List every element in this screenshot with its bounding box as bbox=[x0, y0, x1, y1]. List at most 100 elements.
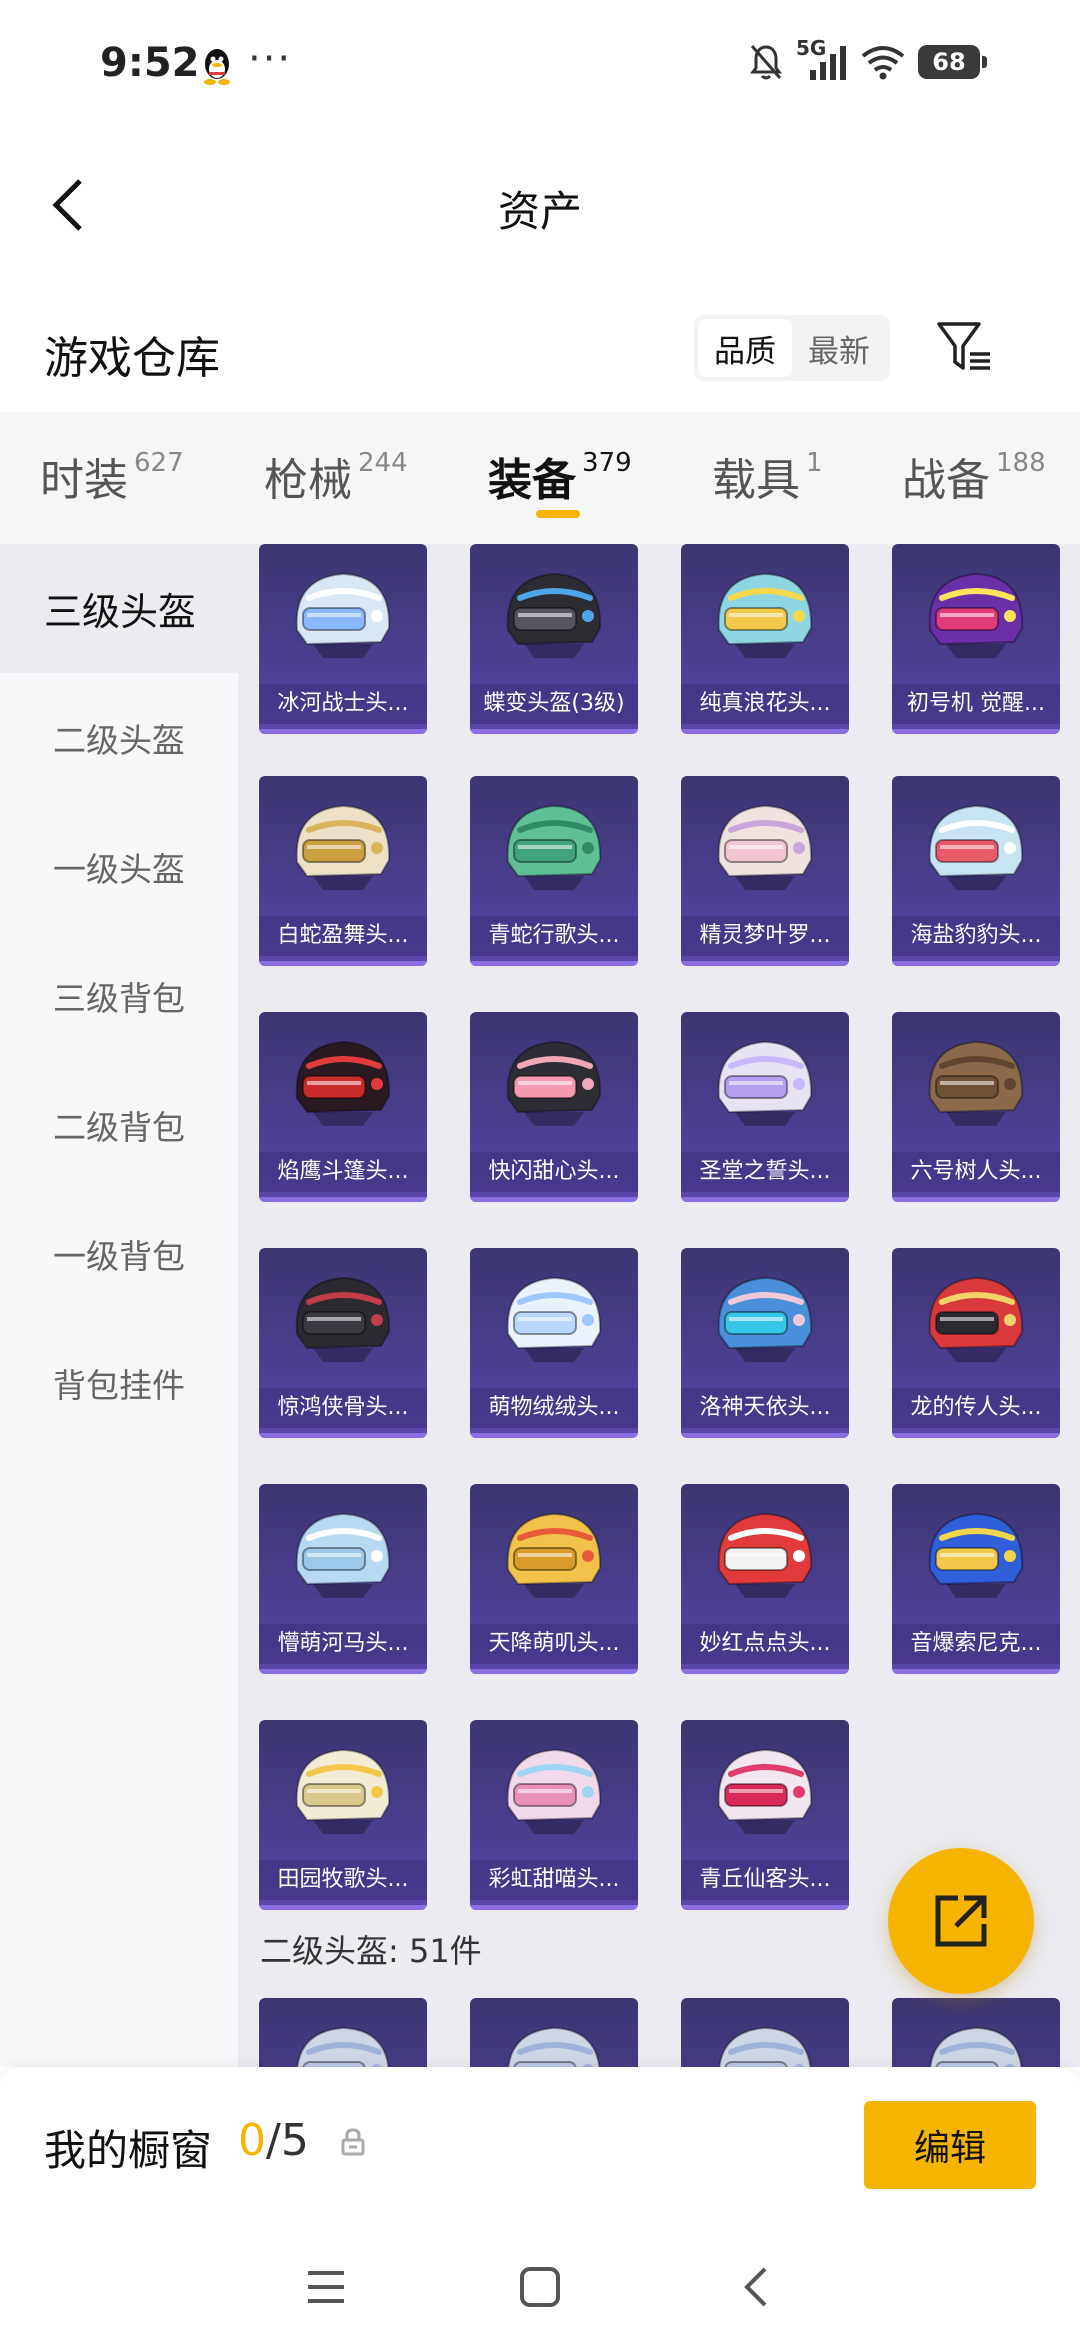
helmet-item-card[interactable]: 圣堂之誓头... bbox=[681, 1012, 849, 1202]
helmet-item-card[interactable]: 初号机 觉醒... bbox=[892, 544, 1060, 734]
helmet-icon bbox=[295, 1748, 391, 1834]
helmet-item-card[interactable]: 精灵梦叶罗... bbox=[681, 776, 849, 966]
sidebar-item-level1-helmet[interactable]: 一级头盔 bbox=[0, 802, 238, 931]
helmet-icon bbox=[506, 1512, 602, 1598]
edit-button[interactable]: 编辑 bbox=[864, 2101, 1036, 2189]
home-button[interactable] bbox=[510, 2257, 570, 2317]
tab-count: 244 bbox=[358, 448, 408, 478]
item-name: 初号机 觉醒... bbox=[892, 684, 1060, 724]
helmet-item-card[interactable]: 懵萌河马头... bbox=[259, 1484, 427, 1674]
sidebar-item-level2-backpack[interactable]: 二级背包 bbox=[0, 1060, 238, 1189]
helmet-item-card[interactable]: 洛神天依头... bbox=[681, 1248, 849, 1438]
tab-equipment[interactable]: 装备 379 bbox=[488, 444, 632, 514]
status-indicators: 5G 68 bbox=[748, 36, 987, 82]
showcase-count: 0/5 bbox=[238, 2115, 309, 2166]
helmet-icon bbox=[928, 804, 1024, 890]
helmet-item-card[interactable]: 龙的传人头... bbox=[892, 1248, 1060, 1438]
helmet-icon bbox=[717, 1748, 813, 1834]
helmet-item-card[interactable]: 妙红点点头... bbox=[681, 1484, 849, 1674]
helmet-item-card[interactable]: 冰河战士头... bbox=[259, 544, 427, 734]
helmet-icon bbox=[506, 572, 602, 658]
signal-icon: 5G bbox=[796, 36, 848, 82]
helmet-item-card[interactable]: 萌物绒绒头... bbox=[470, 1248, 638, 1438]
system-back-button[interactable] bbox=[726, 2257, 786, 2317]
item-name: 懵萌河马头... bbox=[259, 1624, 427, 1664]
helmet-icon bbox=[506, 1276, 602, 1362]
tab-label: 载具 bbox=[712, 455, 800, 506]
helmet-item-card[interactable] bbox=[259, 1998, 427, 2067]
sidebar-item-level3-helmet[interactable]: 三级头盔 bbox=[0, 544, 238, 673]
item-name: 彩虹甜喵头... bbox=[470, 1860, 638, 1900]
helmet-item-card[interactable]: 彩虹甜喵头... bbox=[470, 1720, 638, 1910]
item-name: 洛神天依头... bbox=[681, 1388, 849, 1428]
item-name: 龙的传人头... bbox=[892, 1388, 1060, 1428]
helmet-icon bbox=[506, 1748, 602, 1834]
helmet-icon bbox=[506, 804, 602, 890]
filter-icon[interactable] bbox=[934, 316, 996, 378]
helmet-icon bbox=[295, 1512, 391, 1598]
helmet-icon bbox=[717, 1512, 813, 1598]
menu-icon bbox=[308, 2271, 344, 2303]
helmet-item-card[interactable]: 田园牧歌头... bbox=[259, 1720, 427, 1910]
helmet-icon bbox=[718, 2026, 812, 2067]
helmet-icon bbox=[506, 1040, 602, 1126]
item-name: 天降萌叽头... bbox=[470, 1624, 638, 1664]
tab-supplies[interactable]: 战备 188 bbox=[902, 444, 1046, 514]
item-name: 惊鸿侠骨头... bbox=[259, 1388, 427, 1428]
helmet-icon bbox=[717, 1040, 813, 1126]
tab-count: 1 bbox=[806, 448, 823, 478]
sidebar-item-level3-backpack[interactable]: 三级背包 bbox=[0, 931, 238, 1060]
showcase-bar: 我的橱窗 0/5 编辑 bbox=[0, 2067, 1080, 2227]
battery-icon: 68 bbox=[918, 45, 987, 79]
helmet-item-card[interactable]: 青蛇行歌头... bbox=[470, 776, 638, 966]
helmet-item-card[interactable]: 六号树人头... bbox=[892, 1012, 1060, 1202]
helmet-icon bbox=[295, 572, 391, 658]
helmet-item-card[interactable] bbox=[470, 1998, 638, 2067]
more-notifications-icon: ··· bbox=[248, 36, 293, 82]
item-name: 田园牧歌头... bbox=[259, 1860, 427, 1900]
menu-button[interactable] bbox=[296, 2257, 356, 2317]
helmet-item-card[interactable]: 白蛇盈舞头... bbox=[259, 776, 427, 966]
helmet-item-card[interactable]: 纯真浪花头... bbox=[681, 544, 849, 734]
sidebar-item-level1-backpack[interactable]: 一级背包 bbox=[0, 1189, 238, 1318]
helmet-item-card[interactable]: 音爆索尼克... bbox=[892, 1484, 1060, 1674]
sidebar-item-backpack-charm[interactable]: 背包挂件 bbox=[0, 1318, 238, 1447]
helmet-icon bbox=[929, 2026, 1023, 2067]
active-tab-indicator bbox=[536, 510, 580, 518]
helmet-icon bbox=[928, 572, 1024, 658]
sort-newest-button[interactable]: 最新 bbox=[792, 319, 886, 377]
tab-vehicles[interactable]: 载具 1 bbox=[712, 444, 823, 514]
helmet-item-card[interactable]: 海盐豹豹头... bbox=[892, 776, 1060, 966]
qq-icon bbox=[204, 49, 230, 85]
tab-firearms[interactable]: 枪械 244 bbox=[264, 444, 408, 514]
sort-quality-button[interactable]: 品质 bbox=[698, 319, 792, 377]
tab-label: 枪械 bbox=[264, 455, 352, 506]
helmet-item-card[interactable]: 蝶变头盔(3级) bbox=[470, 544, 638, 734]
section-header: 二级头盔: 51件 bbox=[260, 1932, 482, 1970]
helmet-icon bbox=[295, 1276, 391, 1362]
share-button[interactable] bbox=[888, 1848, 1034, 1994]
helmet-item-card[interactable]: 青丘仙客头... bbox=[681, 1720, 849, 1910]
item-name: 六号树人头... bbox=[892, 1152, 1060, 1192]
app-screen: 9:52 ··· 5G 68 资产 游戏仓库 品质 最新 时装 627 枪械 2… bbox=[0, 0, 1080, 2347]
item-name: 蝶变头盔(3级) bbox=[470, 684, 638, 724]
sidebar-item-level2-helmet[interactable]: 二级头盔 bbox=[0, 673, 238, 802]
helmet-item-card[interactable]: 快闪甜心头... bbox=[470, 1012, 638, 1202]
helmet-icon bbox=[296, 2026, 390, 2067]
helmet-item-card[interactable]: 焰鹰斗篷头... bbox=[259, 1012, 427, 1202]
item-name: 精灵梦叶罗... bbox=[681, 916, 849, 956]
helmet-item-card[interactable]: 惊鸿侠骨头... bbox=[259, 1248, 427, 1438]
item-name: 圣堂之誓头... bbox=[681, 1152, 849, 1192]
helmet-item-card[interactable]: 天降萌叽头... bbox=[470, 1484, 638, 1674]
helmet-item-card[interactable] bbox=[892, 1998, 1060, 2067]
item-name: 青丘仙客头... bbox=[681, 1860, 849, 1900]
main-content: 三级头盔 二级头盔 一级头盔 三级背包 二级背包 一级背包 背包挂件 二级头盔:… bbox=[0, 544, 1080, 2067]
helmet-item-card[interactable] bbox=[681, 1998, 849, 2067]
tab-fashion[interactable]: 时装 627 bbox=[40, 444, 184, 514]
top-app-bar: 资产 bbox=[0, 130, 1080, 280]
page-title: 资产 bbox=[497, 187, 582, 236]
helmet-icon bbox=[295, 804, 391, 890]
status-bar: 9:52 ··· 5G 68 bbox=[0, 0, 1080, 130]
wifi-icon bbox=[861, 46, 905, 80]
subcategory-sidebar: 三级头盔 二级头盔 一级头盔 三级背包 二级背包 一级背包 背包挂件 bbox=[0, 544, 238, 2067]
